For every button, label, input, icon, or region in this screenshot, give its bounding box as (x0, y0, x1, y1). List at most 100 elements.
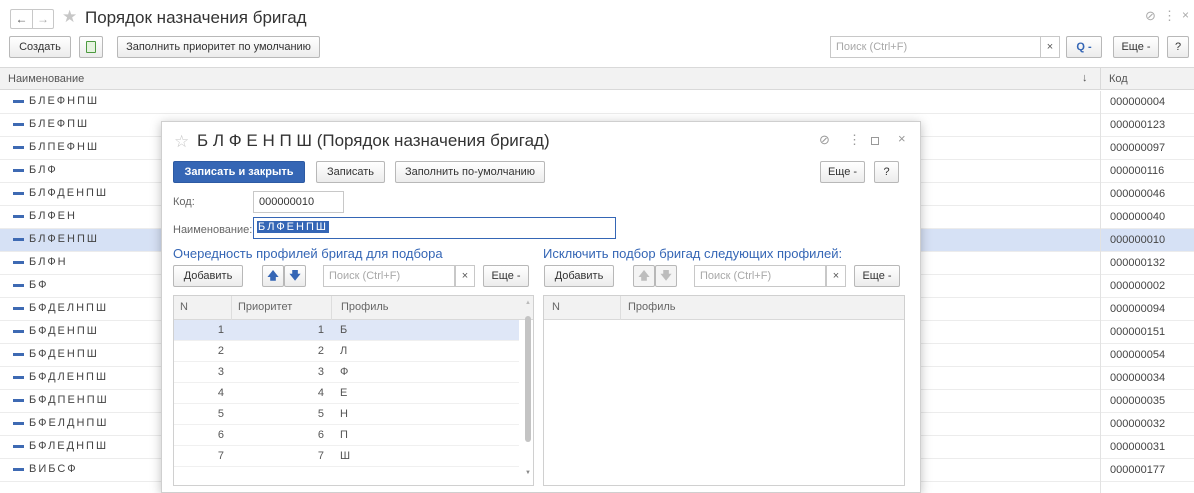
priority-table-header: N Приоритет Профиль (174, 296, 533, 320)
item-icon (13, 99, 24, 103)
dialog-star-icon[interactable]: ☆ (174, 132, 189, 152)
fill-priority-button[interactable]: Заполнить приоритет по умолчанию (117, 36, 320, 58)
row-name: БЛПЕФНШ (13, 141, 99, 153)
priority-row[interactable]: 7 7 Ш (174, 446, 519, 467)
right-search-clear[interactable]: × (826, 265, 846, 287)
copy-button[interactable] (79, 36, 103, 58)
row-code: 000000094 (1110, 303, 1166, 315)
row-name: БЛФЕН (13, 210, 77, 222)
dialog-title: Б Л Ф Е Н П Ш (Порядок назначения бригад… (197, 131, 550, 150)
fill-default-button[interactable]: Заполнить по-умолчанию (395, 161, 545, 183)
row-name-text: БЛЕФНПШ (29, 95, 100, 107)
col-divider (331, 296, 332, 320)
row-name-text: БЛПЕФНШ (29, 141, 100, 153)
col-n-header[interactable]: N (180, 301, 188, 313)
row-name-text: БФ (29, 279, 49, 291)
dialog-more-button[interactable]: Еще - (820, 161, 865, 183)
row-name-text: БЛФ (29, 164, 58, 176)
col-divider (620, 296, 621, 320)
close-icon[interactable]: × (1182, 8, 1189, 22)
row-priority: 2 (317, 345, 324, 357)
link-icon[interactable]: ⊘ (1145, 8, 1156, 24)
row-profile: Б (340, 324, 348, 336)
priority-table: N Приоритет Профиль 11Б22Л33Ф44Е55Н66П77… (173, 295, 534, 486)
priority-row[interactable]: 1 1 Б (174, 320, 519, 341)
help-button[interactable]: ? (1167, 36, 1189, 58)
right-more-button[interactable]: Еще - (854, 265, 900, 287)
table-row[interactable]: БЛЕФНПШ 000000004 (0, 91, 1194, 114)
right-move-down-button[interactable]: 🡇 (655, 265, 677, 287)
priority-row[interactable]: 2 2 Л (174, 341, 519, 362)
nav-back-button[interactable]: ← (10, 9, 32, 29)
col-priority-header[interactable]: Приоритет (238, 301, 292, 313)
item-icon (13, 375, 24, 379)
priority-row[interactable]: 3 3 Ф (174, 362, 519, 383)
row-name: БФДЕНПШ (13, 325, 99, 337)
arrow-down-icon: 🡇 (660, 269, 672, 282)
row-profile: Ф (340, 366, 349, 378)
exclude-table: N Профиль (543, 295, 905, 486)
right-search-input[interactable]: Поиск (Ctrl+F) (694, 265, 826, 287)
create-button[interactable]: Создать (9, 36, 71, 58)
search-input[interactable]: Поиск (Ctrl+F) (830, 36, 1041, 58)
item-icon (13, 214, 24, 218)
priority-row[interactable]: 4 4 Е (174, 383, 519, 404)
right-move-up-button[interactable]: 🡅 (633, 265, 655, 287)
row-name: БФДЛЕНПШ (13, 371, 108, 383)
row-n: 6 (217, 429, 224, 441)
dialog-kebab-icon[interactable]: ⋮ (848, 132, 861, 148)
edit-dialog: ☆ Б Л Ф Е Н П Ш (Порядок назначения бриг… (161, 121, 921, 493)
row-code: 000000035 (1110, 395, 1166, 407)
kebab-icon[interactable]: ⋮ (1163, 8, 1176, 24)
column-code-header[interactable]: Код (1109, 73, 1128, 85)
row-code: 000000010 (1110, 234, 1166, 246)
priority-row[interactable]: 6 6 П (174, 425, 519, 446)
row-name-text: БЛФДЕНПШ (29, 187, 109, 199)
dialog-help-button[interactable]: ? (874, 161, 899, 183)
dialog-close-icon[interactable]: × (898, 131, 906, 146)
more-button[interactable]: Еще - (1113, 36, 1159, 58)
move-down-button[interactable]: 🡇 (284, 265, 306, 287)
row-name-text: БФЛЕДНПШ (29, 440, 109, 452)
right-add-button[interactable]: Добавить (544, 265, 614, 287)
left-more-button[interactable]: Еще - (483, 265, 529, 287)
row-name: БЛЕФНПШ (13, 95, 99, 107)
scroll-down-icon[interactable]: ▼ (525, 470, 531, 476)
vertical-scrollbar[interactable] (525, 316, 531, 442)
copy-icon (86, 41, 96, 53)
move-up-button[interactable]: 🡅 (262, 265, 284, 287)
row-priority: 3 (317, 366, 324, 378)
save-button[interactable]: Записать (316, 161, 385, 183)
left-search-input[interactable]: Поиск (Ctrl+F) (323, 265, 455, 287)
column-name-header[interactable]: Наименование (8, 73, 84, 85)
code-field[interactable]: 000000010 (253, 191, 344, 213)
row-code: 000000097 (1110, 142, 1166, 154)
row-name: БЛФЕНПШ (13, 233, 99, 245)
col-profile-header[interactable]: Профиль (628, 301, 676, 313)
favorite-star-icon[interactable]: ★ (62, 7, 77, 27)
row-code: 000000032 (1110, 418, 1166, 430)
left-search-clear[interactable]: × (455, 265, 475, 287)
arrow-down-icon: 🡇 (289, 269, 301, 282)
save-close-button[interactable]: Записать и закрыть (173, 161, 305, 183)
search-button[interactable]: Q - (1066, 36, 1102, 58)
row-n: 1 (217, 324, 224, 336)
nav-forward-button[interactable]: → (32, 9, 54, 29)
row-code: 000000132 (1110, 257, 1166, 269)
left-add-button[interactable]: Добавить (173, 265, 243, 287)
col-profile-header[interactable]: Профиль (341, 301, 389, 313)
dialog-maximize-icon[interactable] (871, 137, 879, 145)
row-name-text: БФДЛЕНПШ (29, 371, 109, 383)
priority-table-body: 1 1 Б 2 2 Л 3 3 Ф 4 4 Е 5 5 Н 6 6 П 7 7 Ш (174, 320, 524, 485)
col-n-header[interactable]: N (552, 301, 560, 313)
scroll-up-icon[interactable]: ▲ (525, 300, 531, 306)
row-priority: 7 (317, 450, 324, 462)
item-icon (13, 421, 24, 425)
exclude-section-title: Исключить подбор бригад следующих профил… (543, 246, 843, 261)
priority-row[interactable]: 5 5 Н (174, 404, 519, 425)
row-code: 000000002 (1110, 280, 1166, 292)
search-clear-button[interactable]: × (1040, 36, 1060, 58)
name-field[interactable]: БЛФЕНПШ (253, 217, 616, 239)
dialog-link-icon[interactable]: ⊘ (819, 132, 830, 148)
row-n: 4 (217, 387, 224, 399)
